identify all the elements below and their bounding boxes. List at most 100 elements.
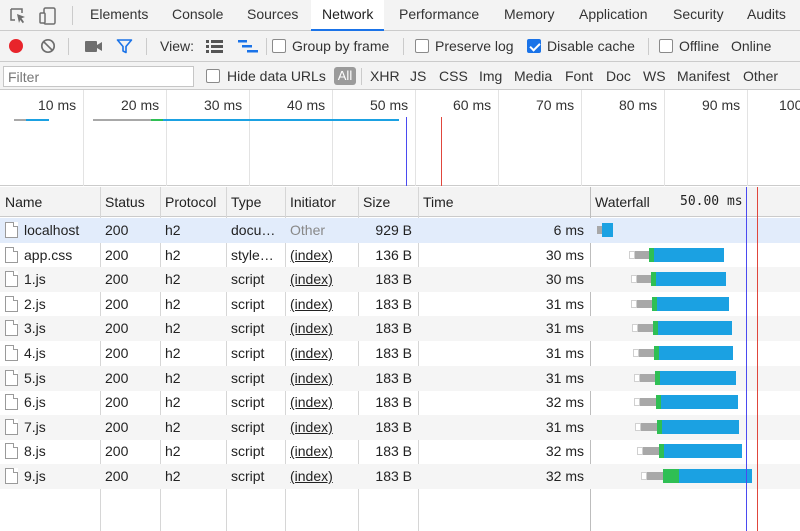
inspect-element-icon[interactable]: [8, 6, 28, 26]
filter-type-xhr[interactable]: XHR: [370, 62, 400, 90]
filter-type-doc[interactable]: Doc: [606, 62, 631, 90]
request-initiator-cell[interactable]: (index): [285, 267, 358, 292]
table-row[interactable]: localhost 200 h2 docu… Other 929 B 6 ms: [0, 218, 800, 243]
column-header-initiator[interactable]: Initiator: [285, 187, 358, 217]
table-row[interactable]: 4.js 200 h2 script (index) 183 B 31 ms: [0, 341, 800, 366]
clear-icon[interactable]: [40, 38, 56, 57]
filter-type-media[interactable]: Media: [514, 62, 552, 90]
request-status-cell: 200: [105, 468, 129, 484]
column-header-waterfall[interactable]: Waterfall: [590, 187, 670, 217]
table-row[interactable]: 7.js 200 h2 script (index) 183 B 31 ms: [0, 414, 800, 440]
request-name-cell[interactable]: localhost: [0, 218, 100, 243]
tab-console[interactable]: Console: [172, 0, 223, 31]
table-row[interactable]: 3.js 200 h2 script (index) 183 B 31 ms: [0, 316, 800, 342]
column-header-name[interactable]: Name: [0, 187, 100, 217]
request-initiator-cell[interactable]: (index): [285, 243, 358, 268]
preserve-log-label[interactable]: Preserve log: [435, 31, 514, 61]
file-icon: [5, 394, 18, 411]
preserve-log-checkbox[interactable]: [415, 39, 429, 53]
waterfall-waiting-segment: [663, 469, 679, 483]
filter-type-ws[interactable]: WS: [643, 62, 666, 90]
request-initiator-cell[interactable]: (index): [285, 415, 358, 440]
column-header-size[interactable]: Size: [358, 187, 418, 217]
request-name-cell[interactable]: 2.js: [0, 292, 100, 317]
request-initiator-cell[interactable]: (index): [285, 316, 358, 341]
request-name-cell[interactable]: 8.js: [0, 439, 100, 464]
request-type-cell: script: [231, 320, 265, 337]
filter-type-other[interactable]: Other: [743, 62, 778, 90]
request-protocol-cell: h2: [165, 320, 181, 337]
filter-type-font[interactable]: Font: [565, 62, 593, 90]
device-toolbar-icon[interactable]: [38, 6, 58, 26]
request-name-cell[interactable]: 1.js: [0, 267, 100, 292]
tab-performance[interactable]: Performance: [399, 0, 479, 31]
tab-elements[interactable]: Elements: [90, 0, 148, 31]
table-row[interactable]: 2.js 200 h2 script (index) 183 B 31 ms: [0, 292, 800, 317]
filter-type-manifest[interactable]: Manifest: [677, 62, 730, 90]
request-name: 9.js: [24, 468, 46, 484]
disable-cache-label[interactable]: Disable cache: [547, 31, 635, 61]
group-by-frame-checkbox[interactable]: [272, 39, 286, 53]
disable-cache-checkbox[interactable]: [527, 39, 541, 53]
request-name-cell[interactable]: 5.js: [0, 366, 100, 391]
request-initiator-cell[interactable]: (index): [285, 366, 358, 391]
waterfall-dom-content-loaded-line: [746, 187, 747, 531]
request-name-cell[interactable]: app.css: [0, 243, 100, 268]
column-header-time[interactable]: Time: [418, 187, 590, 217]
request-name-cell[interactable]: 7.js: [0, 415, 100, 440]
request-status-cell: 200: [105, 345, 129, 361]
request-initiator-cell[interactable]: (index): [285, 341, 358, 366]
table-row[interactable]: 1.js 200 h2 script (index) 183 B 30 ms: [0, 267, 800, 293]
request-type-cell: docu…: [231, 222, 276, 238]
waterfall-stalled-segment: [635, 250, 649, 259]
tab-memory[interactable]: Memory: [504, 0, 555, 31]
show-overview-icon[interactable]: [238, 40, 258, 56]
filter-type-all[interactable]: All: [334, 67, 356, 85]
hide-data-urls-label[interactable]: Hide data URLs: [227, 62, 326, 90]
overview-gridline: [166, 90, 167, 186]
offline-checkbox[interactable]: [659, 39, 673, 53]
table-row[interactable]: 9.js 200 h2 script (index) 183 B 32 ms: [0, 464, 800, 489]
table-row[interactable]: 5.js 200 h2 script (index) 183 B 31 ms: [0, 365, 800, 391]
column-header-type[interactable]: Type: [226, 187, 285, 217]
filter-type-css[interactable]: CSS: [439, 62, 468, 90]
request-initiator-cell[interactable]: (index): [285, 390, 358, 415]
group-by-frame-label[interactable]: Group by frame: [292, 31, 389, 61]
file-icon: [5, 246, 18, 263]
network-throttling-select[interactable]: Online: [731, 31, 771, 61]
request-size-cell: 183 B: [375, 369, 412, 386]
record-button[interactable]: [9, 39, 23, 53]
large-request-rows-icon[interactable]: [206, 40, 223, 56]
tab-sources[interactable]: Sources: [247, 0, 298, 31]
tab-audits[interactable]: Audits: [747, 0, 786, 31]
filter-type-img[interactable]: Img: [479, 62, 502, 90]
timeline-overview[interactable]: 10 ms 20 ms 30 ms 40 ms 50 ms 60 ms 70 m…: [0, 90, 800, 186]
request-type-cell: script: [231, 394, 265, 411]
column-header-status[interactable]: Status: [100, 187, 160, 217]
screenshot-camera-icon[interactable]: [85, 40, 103, 56]
request-initiator-cell[interactable]: (index): [285, 464, 358, 489]
tab-security[interactable]: Security: [673, 0, 724, 31]
offline-label[interactable]: Offline: [679, 31, 719, 61]
table-row[interactable]: 6.js 200 h2 script (index) 183 B 32 ms: [0, 390, 800, 415]
column-header-protocol[interactable]: Protocol: [160, 187, 226, 217]
waterfall-download-segment: [658, 321, 732, 336]
tab-application[interactable]: Application: [579, 0, 648, 31]
request-name-cell[interactable]: 9.js: [0, 464, 100, 489]
table-row[interactable]: app.css 200 h2 style… (index) 136 B 30 ms: [0, 243, 800, 268]
waterfall-download-segment: [656, 272, 726, 287]
request-status-cell: 200: [105, 222, 129, 238]
filter-type-js[interactable]: JS: [410, 62, 426, 90]
hide-data-urls-checkbox[interactable]: [206, 69, 220, 83]
request-protocol-cell: h2: [165, 295, 181, 312]
request-initiator-cell[interactable]: (index): [285, 292, 358, 317]
request-name-cell[interactable]: 6.js: [0, 390, 100, 415]
filter-funnel-icon[interactable]: [116, 38, 133, 58]
table-row[interactable]: 8.js 200 h2 script (index) 183 B 32 ms: [0, 439, 800, 464]
request-name-cell[interactable]: 4.js: [0, 341, 100, 366]
request-initiator-cell[interactable]: (index): [285, 439, 358, 464]
request-name-cell[interactable]: 3.js: [0, 316, 100, 341]
filter-bar: Hide data URLs All XHR JS CSS Img Media …: [0, 62, 800, 90]
filter-input[interactable]: [3, 66, 194, 87]
tab-network[interactable]: Network: [311, 0, 385, 31]
